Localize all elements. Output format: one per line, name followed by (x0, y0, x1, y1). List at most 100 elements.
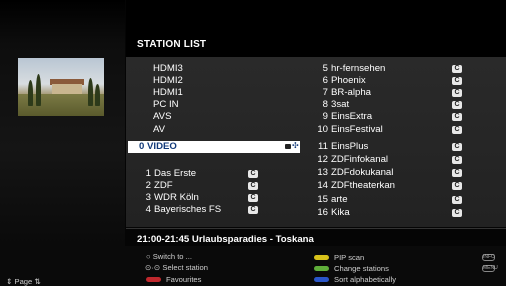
pip-scan-label: PIP scan (334, 253, 365, 262)
station-name: HDMI1 (153, 87, 183, 98)
station-row[interactable]: 10 EinsFestival (316, 124, 383, 135)
info-key-icon: INFO (482, 254, 495, 261)
station-row[interactable]: 8 3sat (316, 99, 349, 110)
footer-legend: ⇕ Page ⇅ ○ Switch to ... ⊙·⊙ Select stat… (0, 246, 506, 286)
cable-badge: C (248, 182, 258, 190)
cable-badge: C (452, 77, 462, 85)
station-number: 10 (317, 124, 328, 135)
station-name: Phoenix (331, 75, 366, 86)
menu-key-icon: MENU (482, 265, 498, 272)
divider (126, 228, 506, 229)
thumb-tree (28, 80, 33, 106)
cable-badge: C (452, 196, 462, 204)
station-row[interactable]: 6 Phoenix (316, 75, 366, 86)
cable-badge: C (452, 89, 462, 97)
selected-station-row[interactable]: 0 VIDEO ✣ (128, 141, 300, 153)
station-name: ZDFinfokanal (331, 154, 389, 165)
sort-label: Sort alphabetically (334, 275, 397, 284)
cable-badge: C (452, 101, 462, 109)
station-name: EinsExtra (331, 111, 373, 122)
record-icon (285, 144, 291, 149)
red-key-icon (146, 277, 161, 282)
page-hint: ⇕ Page ⇅ (6, 277, 41, 286)
station-row[interactable]: 1 Das Erste (139, 168, 196, 179)
station-row[interactable]: 5 hr-fernsehen (316, 63, 386, 74)
station-name: WDR Köln (154, 192, 199, 203)
favourites-label: Favourites (166, 275, 202, 284)
change-stations-label: Change stations (334, 264, 389, 273)
station-name: ZDFtheaterkan (331, 180, 395, 191)
station-row[interactable]: 14 ZDFtheaterkan (316, 180, 395, 191)
station-name: 3sat (331, 99, 350, 110)
epg-info: 21:00-21:45 Urlaubsparadies - Toskana (137, 234, 314, 245)
station-row[interactable]: 4 Bayerisches FS (139, 204, 222, 215)
list-title: STATION LIST (137, 39, 207, 50)
station-row[interactable]: PC IN (153, 99, 179, 110)
station-name: ZDFdokukanal (331, 167, 394, 178)
station-row[interactable]: 2 ZDF (139, 180, 173, 191)
station-row[interactable]: 13 ZDFdokukanal (316, 167, 393, 178)
station-row[interactable]: 3 WDR Köln (139, 192, 199, 203)
station-name: EinsFestival (331, 124, 383, 135)
station-number: 5 (322, 63, 328, 74)
station-row[interactable]: AV (153, 124, 165, 135)
station-number: 8 (322, 99, 328, 110)
station-name: HDMI2 (153, 75, 183, 86)
station-row[interactable]: HDMI3 (153, 63, 183, 74)
station-row[interactable]: 11 EinsPlus (316, 141, 368, 152)
station-name: Bayerisches FS (154, 204, 222, 215)
live-preview-thumbnail (18, 58, 104, 116)
station-name: Kika (331, 207, 350, 218)
switch-label: Switch to ... (152, 252, 192, 261)
station-row: 0 VIDEO (139, 141, 177, 152)
station-row[interactable]: HDMI2 (153, 75, 183, 86)
thumb-tree (88, 78, 93, 106)
station-number: 6 (322, 75, 328, 86)
station-number: 3 (145, 192, 151, 203)
up-down-arrows-icon: ⇕ (6, 277, 13, 286)
cable-badge: C (452, 143, 462, 151)
station-row[interactable]: 12 ZDFinfokanal (316, 154, 388, 165)
nav-keys-icon: ⊙·⊙ (145, 263, 161, 272)
cable-badge: C (452, 169, 462, 177)
move-arrows-icon: ✣ (292, 141, 299, 150)
page-label: Page (14, 277, 33, 286)
switch-hint: ○ Switch to ... (146, 252, 192, 261)
cable-badge: C (452, 182, 462, 190)
station-number: 7 (322, 87, 328, 98)
station-number: 11 (318, 141, 328, 152)
select-hint: ⊙·⊙ Select station (145, 263, 208, 272)
ok-circle-icon: ○ (146, 252, 151, 261)
station-row[interactable]: 16 Kika (316, 207, 350, 218)
station-row[interactable]: AVS (153, 111, 171, 122)
station-name: EinsPlus (331, 141, 369, 152)
station-name: AV (153, 124, 166, 135)
thumb-tree (95, 84, 100, 106)
yellow-key-icon (314, 255, 329, 260)
green-key-icon (314, 266, 329, 271)
station-name: Das Erste (154, 168, 197, 179)
station-row[interactable]: 15 arte (316, 194, 347, 205)
station-number: 9 (322, 111, 328, 122)
blue-key-icon (314, 277, 329, 282)
station-row[interactable]: 7 BR-alpha (316, 87, 371, 98)
station-number: 12 (317, 154, 328, 165)
station-number: 14 (317, 180, 328, 191)
station-row[interactable]: HDMI1 (153, 87, 183, 98)
cable-badge: C (452, 113, 462, 121)
station-name: HDMI3 (153, 63, 183, 74)
station-number: 13 (317, 167, 328, 178)
station-number: 2 (145, 180, 151, 191)
station-name: hr-fernsehen (331, 63, 386, 74)
preview-strip (0, 0, 125, 246)
station-name: PC IN (153, 99, 179, 110)
station-number: 1 (145, 168, 151, 179)
cable-badge: C (452, 156, 462, 164)
station-number: 4 (145, 204, 151, 215)
station-row[interactable]: 9 EinsExtra (316, 111, 372, 122)
station-number: 16 (317, 207, 328, 218)
cable-badge: C (248, 194, 258, 202)
page-arrows-icon: ⇅ (34, 277, 41, 286)
station-name: ZDF (154, 180, 173, 191)
cable-badge: C (452, 65, 462, 73)
